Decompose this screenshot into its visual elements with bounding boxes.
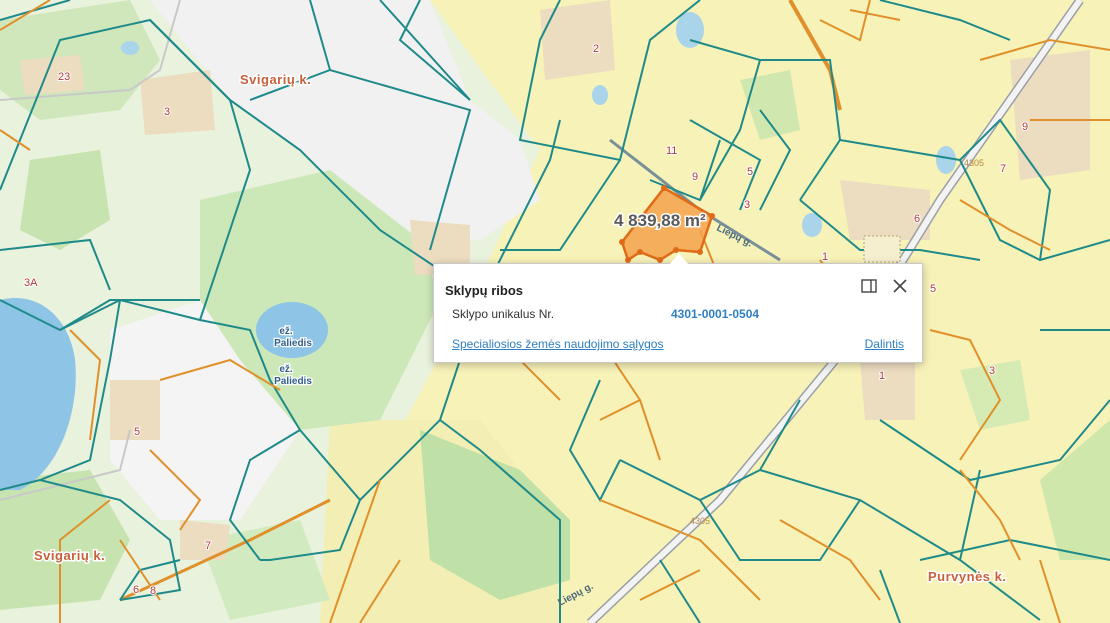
plot-number: 23: [58, 71, 70, 83]
dock-panel-icon: [861, 279, 877, 293]
dock-panel-button[interactable]: [859, 276, 879, 296]
lake-label-prefix: ež.: [279, 326, 293, 337]
plot-number: 7: [1000, 163, 1006, 175]
parcel-id-value: 4301-0001-0504: [671, 307, 760, 321]
plot-number: 6: [133, 584, 139, 596]
lake-label-name: Paliedis: [274, 338, 312, 349]
pond: [936, 146, 956, 174]
plot-number: 3A: [24, 277, 38, 289]
plot-number: 1: [879, 370, 885, 382]
popup-title: Sklypų ribos: [445, 283, 524, 298]
plot-number: 2: [593, 43, 599, 55]
close-icon: [893, 279, 907, 293]
plot-number: 9: [1022, 121, 1028, 133]
village-label-purvynes: Purvynės k.: [928, 569, 1007, 584]
plot-number: 11: [666, 145, 677, 157]
parcel-info-popup: Sklypų ribos Sklypo unikalus Nr. 4301-00…: [433, 253, 923, 363]
plot-number: 3: [164, 106, 170, 118]
plot-number: 5: [747, 166, 753, 178]
plot-number: 6: [914, 213, 920, 225]
plot-number: 3: [744, 199, 750, 211]
lake-label-prefix: ež.: [279, 364, 293, 375]
plot-number: 7: [205, 540, 211, 552]
plot-number: 9: [692, 171, 698, 183]
lake-label-name: Paliedis: [274, 376, 312, 387]
village-label-svigariai-south: Svigarių k.: [34, 548, 105, 563]
plot-number: 3: [989, 365, 995, 377]
hatched-parcel: [863, 235, 901, 263]
special-land-use-link[interactable]: Specialiosios žemės naudojimo sąlygos: [452, 337, 663, 351]
area-label: 4 839,88 m²: [614, 211, 706, 230]
parcel-id-label: Sklypo unikalus Nr.: [452, 307, 555, 321]
plot-number: 5: [930, 283, 936, 295]
road-number-label: 4305: [690, 516, 710, 526]
close-button[interactable]: [890, 276, 910, 296]
pond: [121, 41, 139, 55]
plot-number: 8: [150, 585, 156, 597]
popup-pointer: [670, 253, 688, 264]
village-label-svigariai-north: Svigarių k.: [240, 72, 311, 87]
plot-number: 5: [134, 426, 140, 438]
road-number-label: 4305: [964, 158, 984, 168]
pond: [592, 85, 608, 105]
share-link[interactable]: Dalintis: [865, 337, 904, 351]
plot-number: 1: [822, 251, 828, 263]
